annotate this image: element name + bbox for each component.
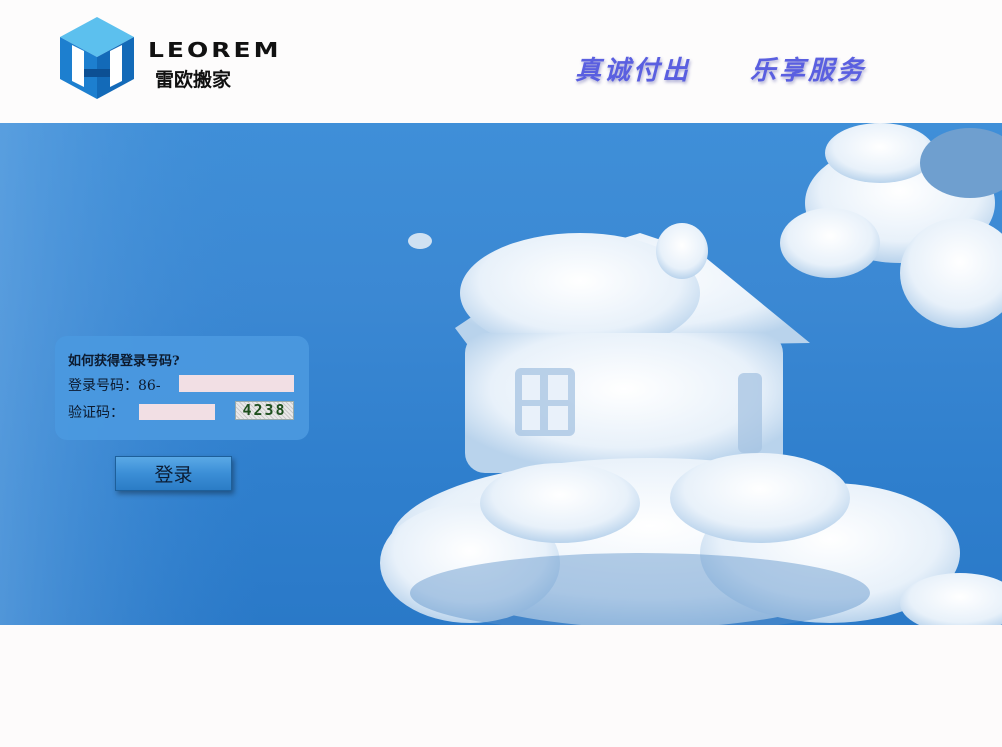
footer bbox=[0, 625, 1002, 747]
slogan-service: 乐享服务 bbox=[750, 56, 867, 86]
captcha-image[interactable]: 4238 bbox=[235, 401, 294, 420]
login-help-link[interactable]: 如何获得登录号码? bbox=[68, 350, 180, 369]
phone-input[interactable] bbox=[179, 375, 294, 392]
login-button[interactable]: 登录 bbox=[115, 456, 232, 491]
logo-cube-icon bbox=[60, 17, 134, 99]
logo-text-cn: 雷欧搬家 bbox=[155, 69, 232, 91]
code-input[interactable] bbox=[139, 404, 215, 420]
phone-label: 登录号码：86- bbox=[68, 378, 161, 394]
header: LEOREM 雷欧搬家 真诚付出 乐享服务 bbox=[0, 0, 1002, 123]
slogan-sincere: 真诚付出 bbox=[575, 56, 692, 86]
code-label: 验证码： bbox=[68, 405, 124, 421]
logo-text-en: LEOREM bbox=[148, 38, 282, 62]
